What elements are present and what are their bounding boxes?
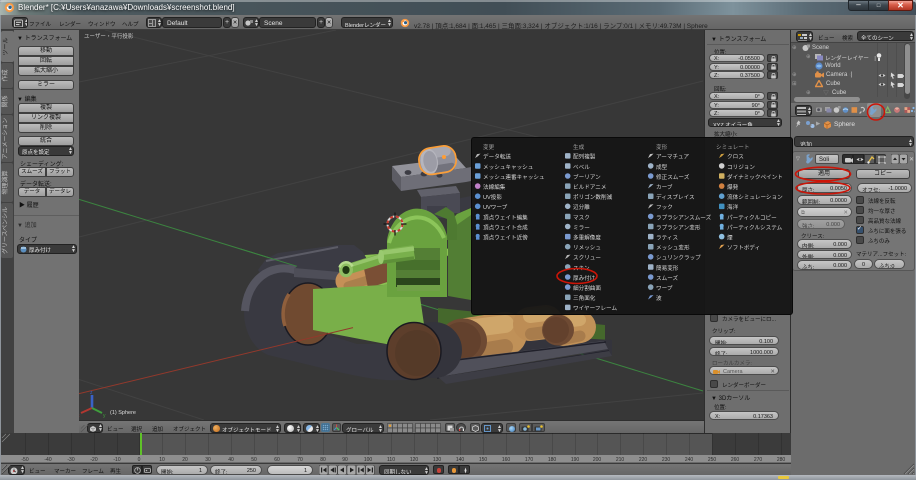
svg-text:辺分離: 辺分離 [573,203,590,211]
svg-text:スキン: スキン [573,265,590,272]
svg-text:メッシュ連番キャッシュ: メッシュ連番キャッシュ [483,173,545,181]
svg-text:ワープ: ワープ [656,285,673,292]
svg-text:ディスプレイス: ディスプレイス [656,193,695,201]
svg-text:パーティクルシステム: パーティクルシステム [727,224,783,231]
svg-text:ラティス: ラティス [656,235,678,242]
svg-text:配列複製: 配列複製 [573,153,596,161]
svg-text:流体シミュレーション: 流体シミュレーション [727,193,783,201]
svg-text:生成: 生成 [573,143,585,151]
svg-text:ベベル: ベベル [573,164,590,171]
svg-text:メッシュキャッシュ: メッシュキャッシュ [483,165,533,171]
svg-text:マスク: マスク [573,214,590,221]
svg-text:頂点ウェイト編集: 頂点ウェイト編集 [483,213,528,221]
svg-text:変更: 変更 [483,143,495,151]
svg-text:作成: 作成 [1,69,9,81]
svg-text:変形: 変形 [656,143,668,151]
svg-text:頂点ウェイト近傍: 頂点ウェイト近傍 [483,234,528,242]
svg-text:シミュレート: シミュレート [716,145,749,151]
svg-text:細分割曲面: 細分割曲面 [573,284,601,292]
svg-text:x: x [79,413,80,419]
svg-text:アーマチュア: アーマチュア [656,154,690,161]
svg-text:リメッシュ: リメッシュ [573,246,601,252]
svg-text:UVワープ: UVワープ [483,204,508,211]
svg-text:ダイナミックペイント: ダイナミックペイント [727,173,783,181]
svg-text:データ転送: データ転送 [483,153,511,161]
svg-text:多重解像度: 多重解像度 [573,234,601,242]
svg-text:y: y [103,413,106,419]
svg-text:ラプラシアン変形: ラプラシアン変形 [656,223,701,231]
svg-text:スクリュー: スクリュー [573,255,601,262]
svg-text:ツール: ツール [4,37,10,55]
svg-text:ラプラシアンスムーズ: ラプラシアンスムーズ [656,213,712,221]
svg-text:スムーズ: スムーズ [656,274,679,282]
svg-text:物理演算: 物理演算 [1,170,9,194]
svg-text:成型: 成型 [656,163,668,171]
svg-text:ビルドアニメ: ビルドアニメ [573,183,606,191]
svg-text:修正スムーズ: 修正スムーズ [656,173,690,181]
svg-text:クロス: クロス [727,154,744,161]
svg-text:爆発: 爆発 [727,183,739,191]
svg-text:アニメーション: アニメーション [2,118,9,160]
svg-text:頂点ウェイト合成: 頂点ウェイト合成 [483,223,528,231]
svg-text:ブーリアン: ブーリアン [573,173,601,181]
svg-text:ポリゴン数削減: ポリゴン数削減 [573,193,613,201]
svg-text:関係: 関係 [1,95,9,107]
svg-text:グリースペンシル: グリースペンシル [1,207,9,254]
svg-text:海洋: 海洋 [727,203,739,211]
svg-text:簡易変形: 簡易変形 [656,264,679,272]
svg-text:煙: 煙 [727,234,733,242]
svg-text:パーティクルコピー: パーティクルコピー [727,214,777,221]
svg-text:法線編集: 法線編集 [483,183,506,191]
svg-text:ソフトボディ: ソフトボディ [727,244,760,252]
svg-text:メッシュ変形: メッシュ変形 [656,244,690,252]
svg-text:三角面化: 三角面化 [573,294,596,302]
svg-text:厚み付け: 厚み付け [573,274,596,282]
svg-text:コリジョン: コリジョン [727,164,755,171]
svg-text:UV投影: UV投影 [483,193,502,201]
svg-text:カーブ: カーブ [656,183,673,191]
svg-text:フック: フック [656,204,673,211]
svg-text:波: 波 [656,294,662,302]
svg-text:シュリンクラップ: シュリンクラップ [656,255,701,262]
svg-text:ワイヤーフレーム: ワイヤーフレーム [573,305,617,312]
svg-text:ミラー: ミラー [573,224,590,231]
